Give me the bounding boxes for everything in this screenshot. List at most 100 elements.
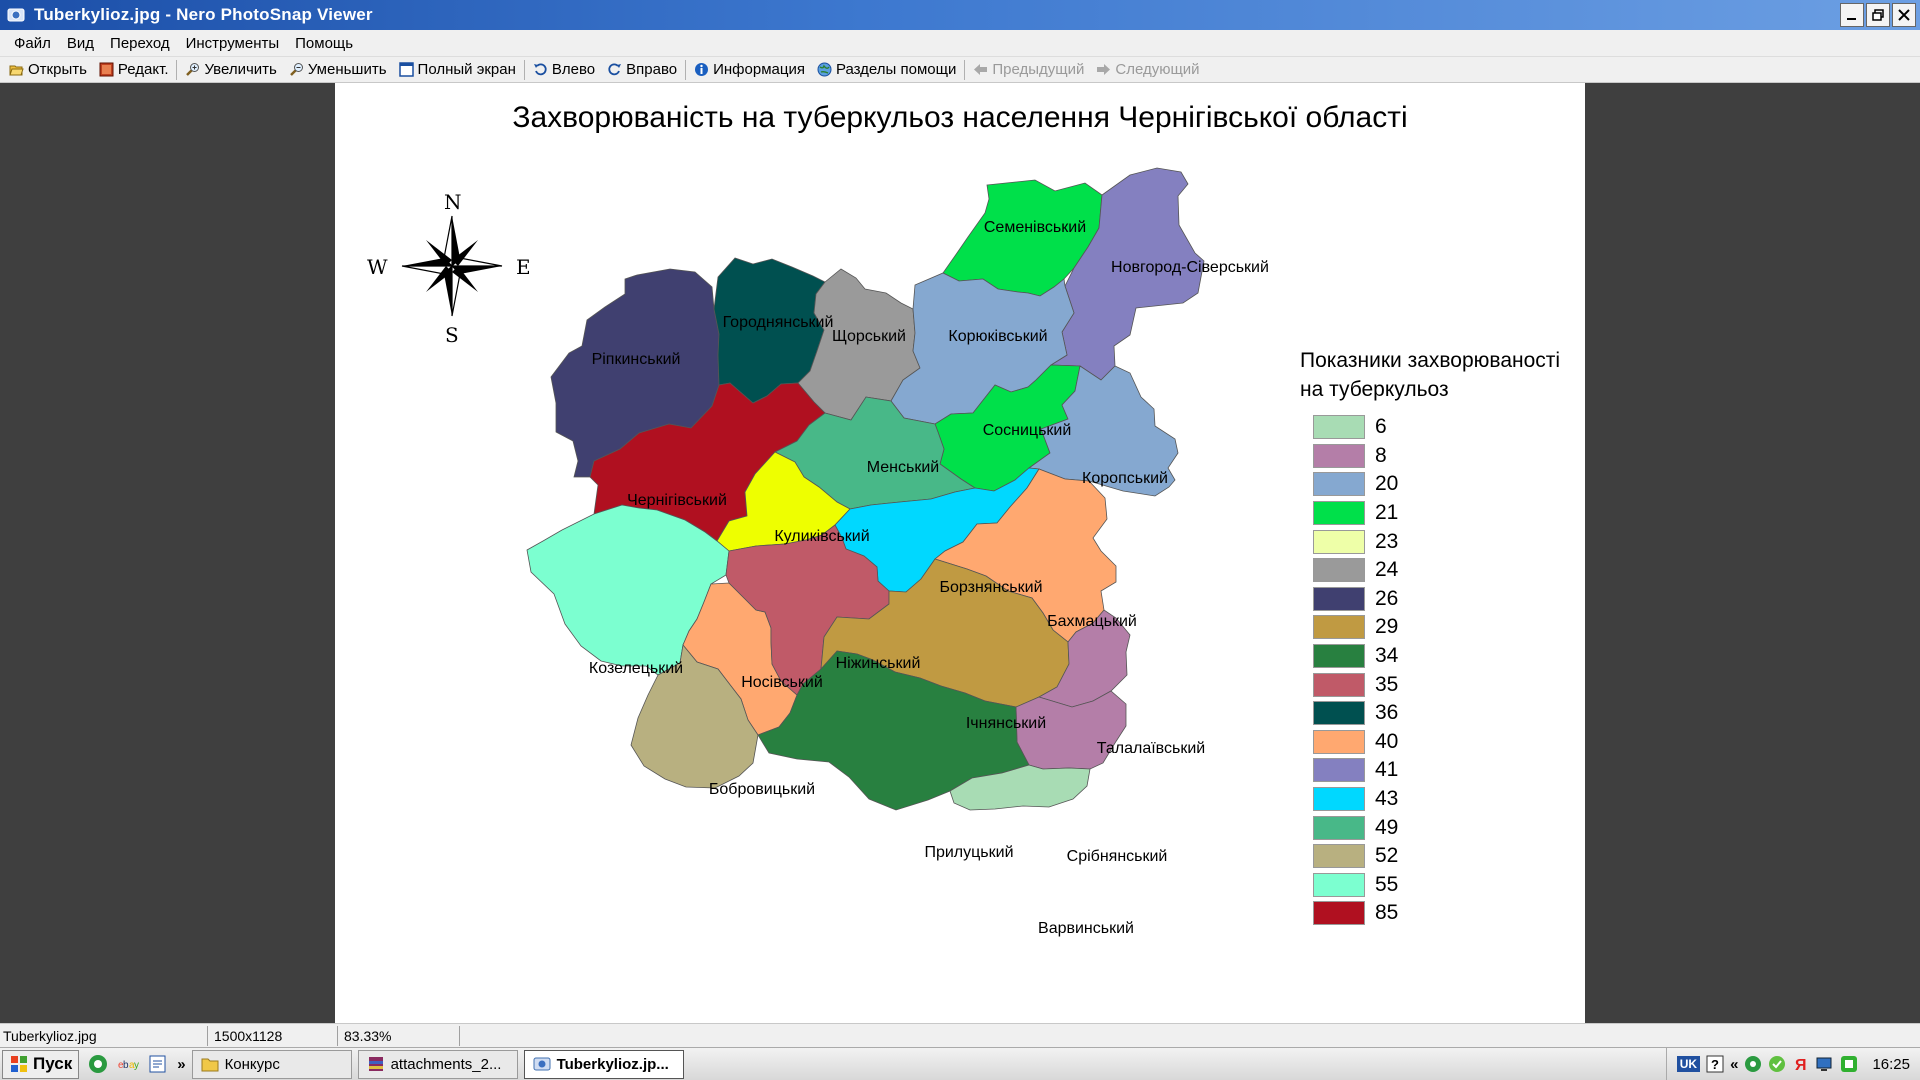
displayed-image[interactable]: N S W E Семенівський Новгород-Сіверський…	[335, 83, 1585, 1023]
legend-row: 40	[1313, 728, 1398, 757]
legend-row: 55	[1313, 871, 1398, 900]
legend-swatch	[1313, 901, 1365, 926]
legend-value: 36	[1375, 701, 1399, 725]
label-chernihivskyi: Чернігівський	[627, 492, 727, 509]
edit-icon	[99, 62, 114, 77]
zoom-in-button[interactable]: Увеличить	[179, 59, 282, 81]
legend-value: 24	[1375, 558, 1399, 582]
tray-yandex-icon[interactable]: Я	[1792, 1055, 1810, 1073]
previous-label: Предыдущий	[992, 61, 1085, 78]
language-indicator[interactable]: UK	[1676, 1056, 1701, 1072]
task-photosnap[interactable]: Tuberkylioz.jp...	[523, 1049, 684, 1079]
legend: 6 8 20 21 23 24 26 29 34 35 36 40 41 43 49 52 55 85	[1313, 413, 1398, 928]
menu-help[interactable]: Помощь	[287, 35, 361, 52]
help-globe-icon	[817, 62, 832, 77]
next-button[interactable]: Следующий	[1090, 59, 1205, 81]
menu-go[interactable]: Переход	[102, 35, 178, 52]
legend-title: Показники захворюваності на туберкульоз	[1300, 349, 1561, 401]
edit-button[interactable]: Редакт.	[93, 59, 175, 81]
label-novgorod-siverskyi: Новгород-Сіверський	[1111, 259, 1269, 276]
tray-display-icon[interactable]	[1816, 1055, 1834, 1073]
help-icon[interactable]: ?	[1706, 1055, 1724, 1073]
label-horodnianskyi: Городнянський	[723, 314, 834, 331]
zoom-out-button[interactable]: Уменьшить	[283, 59, 393, 81]
menu-bar: Файл Вид Переход Инструменты Помощь	[0, 30, 1920, 57]
help-topics-label: Разделы помощи	[835, 61, 957, 78]
quicklaunch-notepad-icon[interactable]	[147, 1053, 169, 1075]
label-prylutskyi: Прилуцький	[924, 844, 1013, 861]
label-kozeletskyi: Козелецький	[589, 660, 683, 677]
map-title: Захворюваність на туберкульоз населення …	[512, 101, 1408, 134]
status-bar: Tuberkylioz.jpg 1500x1128 83.33%	[0, 1023, 1920, 1047]
label-koropskyi: Коропський	[1082, 470, 1168, 487]
legend-swatch	[1313, 672, 1365, 697]
legend-row: 49	[1313, 813, 1398, 842]
label-sribnianskyi: Срібнянський	[1067, 848, 1168, 865]
legend-row: 43	[1313, 785, 1398, 814]
menu-view[interactable]: Вид	[59, 35, 102, 52]
toolbar-separator	[964, 59, 966, 80]
task-label: attachments_2...	[390, 1055, 502, 1073]
minimize-button[interactable]	[1840, 3, 1864, 27]
quicklaunch-browser-icon[interactable]	[87, 1053, 109, 1075]
legend-value: 29	[1375, 615, 1399, 639]
menu-file[interactable]: Файл	[6, 35, 59, 52]
legend-row: 35	[1313, 670, 1398, 699]
label-ripkynskyi: Ріпкинський	[592, 351, 681, 368]
label-bobrovytskyi: Бобровицький	[709, 781, 815, 798]
tray-network-icon[interactable]	[1744, 1055, 1762, 1073]
rotate-right-button[interactable]: Вправо	[601, 59, 683, 81]
svg-text:?: ?	[1711, 1057, 1719, 1072]
arrow-right-icon	[1097, 64, 1111, 75]
open-label: Открыть	[28, 61, 87, 78]
clock: 16:25	[1872, 1055, 1910, 1073]
districts	[526, 167, 1205, 811]
task-attachments[interactable]: attachments_2...	[357, 1049, 518, 1079]
open-button[interactable]: Открыть	[3, 59, 93, 81]
tray-security-icon[interactable]	[1768, 1055, 1786, 1073]
system-tray: UK ? « Я 16:25	[1665, 1048, 1920, 1080]
legend-value: 20	[1375, 472, 1399, 496]
legend-swatch	[1313, 787, 1365, 812]
toolbar: Открыть Редакт. Увеличить Уменьшить Полн…	[0, 57, 1920, 83]
legend-value: 55	[1375, 872, 1399, 896]
legend-value: 8	[1375, 443, 1387, 467]
window-title-bar[interactable]: Tuberkylioz.jpg - Nero PhotoSnap Viewer	[0, 0, 1920, 30]
legend-row: 26	[1313, 585, 1398, 614]
compass-label-s: S	[445, 323, 459, 347]
info-button[interactable]: Информация	[688, 59, 811, 81]
start-button[interactable]: Пуск	[2, 1049, 80, 1079]
label-sosnytskyi: Сосницький	[983, 422, 1072, 439]
info-icon	[695, 63, 709, 76]
restore-button[interactable]	[1866, 3, 1890, 27]
fullscreen-button[interactable]: Полный экран	[393, 59, 522, 81]
legend-value: 41	[1375, 758, 1399, 782]
toolbar-separator	[523, 59, 525, 80]
status-dimensions: 1500x1128	[208, 1025, 338, 1046]
legend-swatch	[1313, 844, 1365, 869]
minimize-icon	[1847, 18, 1856, 20]
legend-row: 36	[1313, 699, 1398, 728]
legend-value: 43	[1375, 787, 1399, 811]
menu-tools[interactable]: Инструменты	[178, 35, 288, 52]
quicklaunch-ebay-icon[interactable]: ebay	[117, 1053, 139, 1075]
previous-button[interactable]: Предыдущий	[967, 59, 1090, 81]
legend-row: 8	[1313, 442, 1398, 471]
help-topics-button[interactable]: Разделы помощи	[811, 59, 962, 81]
legend-row: 20	[1313, 470, 1398, 499]
label-varvynskyi: Варвинський	[1038, 920, 1134, 937]
legend-swatch	[1313, 472, 1365, 497]
legend-value: 23	[1375, 529, 1399, 553]
status-zoom: 83.33%	[338, 1025, 460, 1046]
zoom-out-icon	[289, 63, 303, 76]
close-button[interactable]	[1892, 3, 1916, 27]
tray-app-icon[interactable]	[1840, 1055, 1858, 1073]
task-konkurs[interactable]: Конкурс	[191, 1049, 352, 1079]
label-kulykivskyi: Куликівський	[774, 528, 869, 545]
image-viewer-area[interactable]: N S W E Семенівський Новгород-Сіверський…	[0, 83, 1920, 1023]
rotate-left-button[interactable]: Влево	[527, 59, 601, 81]
quicklaunch-expand-icon[interactable]: »	[177, 1056, 185, 1073]
tray-expand-icon[interactable]: «	[1730, 1056, 1738, 1073]
legend-value: 34	[1375, 644, 1399, 668]
label-bakhmatskyi: Бахмацький	[1047, 613, 1137, 630]
